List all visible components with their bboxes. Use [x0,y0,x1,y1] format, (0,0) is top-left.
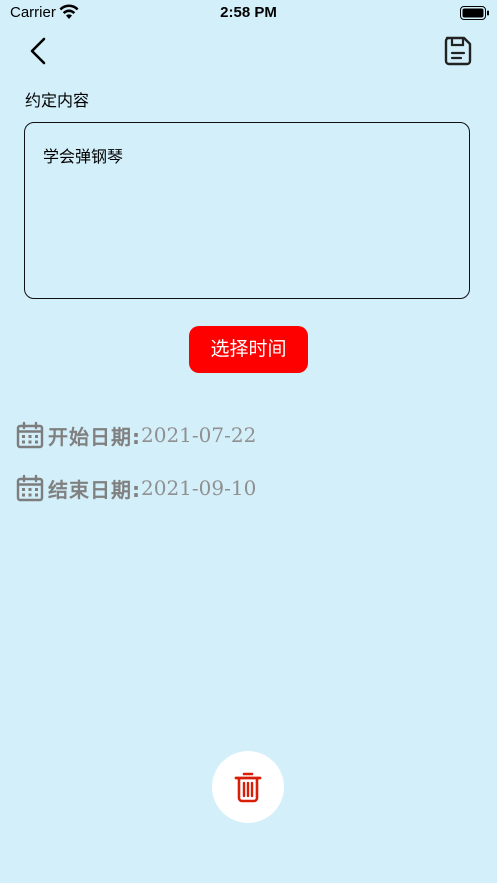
status-bar: Carrier 2:58 PM [0,0,497,28]
trash-icon [234,772,262,803]
select-time-button[interactable]: 选择时间 [189,326,308,373]
end-date-value: 2021-09-10 [141,476,257,500]
back-button[interactable] [24,34,56,68]
calendar-icon [16,474,44,502]
end-date-row: 结束日期: 2021-09-10 [16,473,256,503]
content-label: 约定内容 [25,91,90,110]
end-date-label: 结束日期: [48,477,141,502]
save-button[interactable] [441,34,475,68]
content-textarea[interactable]: 学会弹钢琴 [24,122,470,299]
start-date-value: 2021-07-22 [141,423,257,447]
chevron-left-icon [30,37,46,65]
start-date-label: 开始日期: [48,424,141,449]
calendar-icon [16,421,44,449]
content-text: 学会弹钢琴 [43,147,124,166]
battery-icon [460,5,490,24]
start-date-row: 开始日期: 2021-07-22 [16,420,256,450]
save-floppy-icon [444,36,472,66]
status-time: 2:58 PM [220,4,277,21]
delete-button[interactable] [212,751,284,823]
